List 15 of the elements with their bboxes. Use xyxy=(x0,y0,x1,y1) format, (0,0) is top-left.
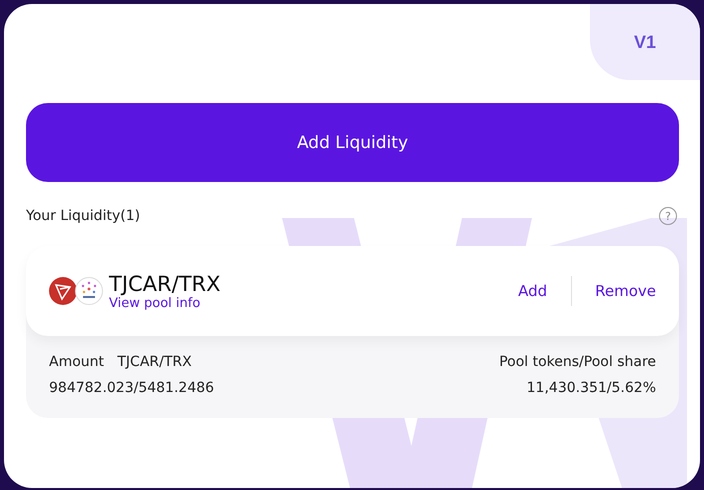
share-label: Pool tokens/Pool share xyxy=(499,354,656,370)
amount-value: 984782.023/5481.2486 xyxy=(49,380,214,396)
version-badge: V1 xyxy=(590,4,700,80)
triangle-token-icon xyxy=(49,277,77,305)
dotted-token-icon xyxy=(75,277,103,305)
pool-action-link[interactable]: Add xyxy=(518,282,548,300)
share-value: 11,430.351/5.62% xyxy=(526,380,656,396)
amount-pair: TJCAR/TRX xyxy=(117,354,192,370)
help-icon[interactable]: ? xyxy=(659,207,677,225)
section-title: Your Liquidity(1) xyxy=(26,208,140,224)
add-liquidity-button[interactable]: Add Liquidity xyxy=(26,103,679,182)
pool-action-link[interactable]: Remove xyxy=(595,282,656,300)
amount-label: Amount xyxy=(49,354,104,370)
pair-name: TJCAR/TRX xyxy=(109,272,221,296)
view-pool-info-link[interactable]: View pool info xyxy=(109,296,221,310)
